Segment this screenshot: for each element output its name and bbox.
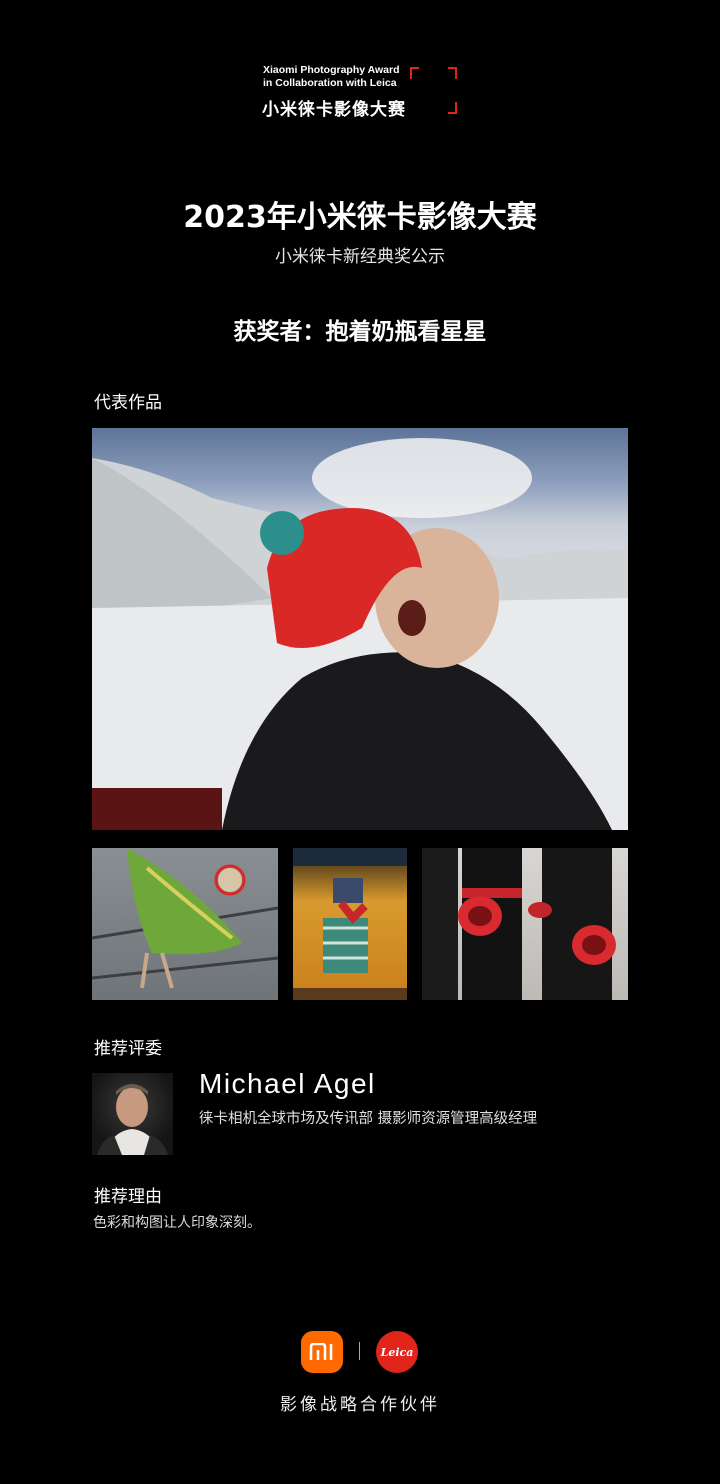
thumbnail-2-image: [293, 848, 407, 1000]
main-photo[interactable]: [92, 428, 628, 830]
thumbnail-photo-2[interactable]: [293, 848, 407, 1000]
winner-heading: 获奖者：抱着奶瓶看星星: [233, 319, 487, 345]
footer-divider: [359, 1342, 360, 1360]
judge-label: 推荐评委: [94, 1039, 162, 1059]
main-photo-image: [92, 438, 628, 830]
award-en-line2: in Collaboration with Leica: [263, 77, 397, 89]
award-logo-english: Xiaomi Photography Award in Collaboratio…: [263, 64, 400, 90]
corner-bracket-icon: [448, 102, 457, 114]
page-title: 2023年小米徕卡影像大赛: [183, 200, 537, 235]
thumbnail-3-image: [422, 848, 616, 1000]
judge-avatar: [92, 1073, 173, 1155]
reason-label: 推荐理由: [94, 1187, 162, 1207]
thumbnail-photo-1[interactable]: [92, 848, 278, 1000]
page-subtitle: 小米徕卡新经典奖公示: [275, 247, 445, 267]
works-label: 代表作品: [94, 393, 162, 413]
judge-title: 徕卡相机全球市场及传讯部 摄影师资源管理高级经理: [199, 1111, 538, 1127]
corner-bracket-icon: [410, 67, 419, 79]
mi-logo-glyph: [309, 1343, 333, 1360]
award-logo-chinese: 小米徕卡影像大赛: [262, 100, 406, 120]
thumbnail-photo-3[interactable]: [422, 848, 628, 1000]
judge-portrait-image: [97, 1084, 168, 1155]
thumbnail-1-image: [92, 848, 278, 989]
judge-name: Michael Agel: [199, 1068, 376, 1099]
leica-logo-text: Leica: [380, 1345, 414, 1359]
leica-logo-icon: Leica: [376, 1331, 418, 1373]
partner-text: 影像战略合作伙伴: [280, 1395, 440, 1415]
corner-bracket-icon: [448, 67, 457, 79]
xiaomi-logo-icon: mi: [301, 1331, 343, 1373]
reason-text: 色彩和构图让人印象深刻。: [93, 1215, 261, 1231]
award-en-line1: Xiaomi Photography Award: [263, 64, 400, 76]
